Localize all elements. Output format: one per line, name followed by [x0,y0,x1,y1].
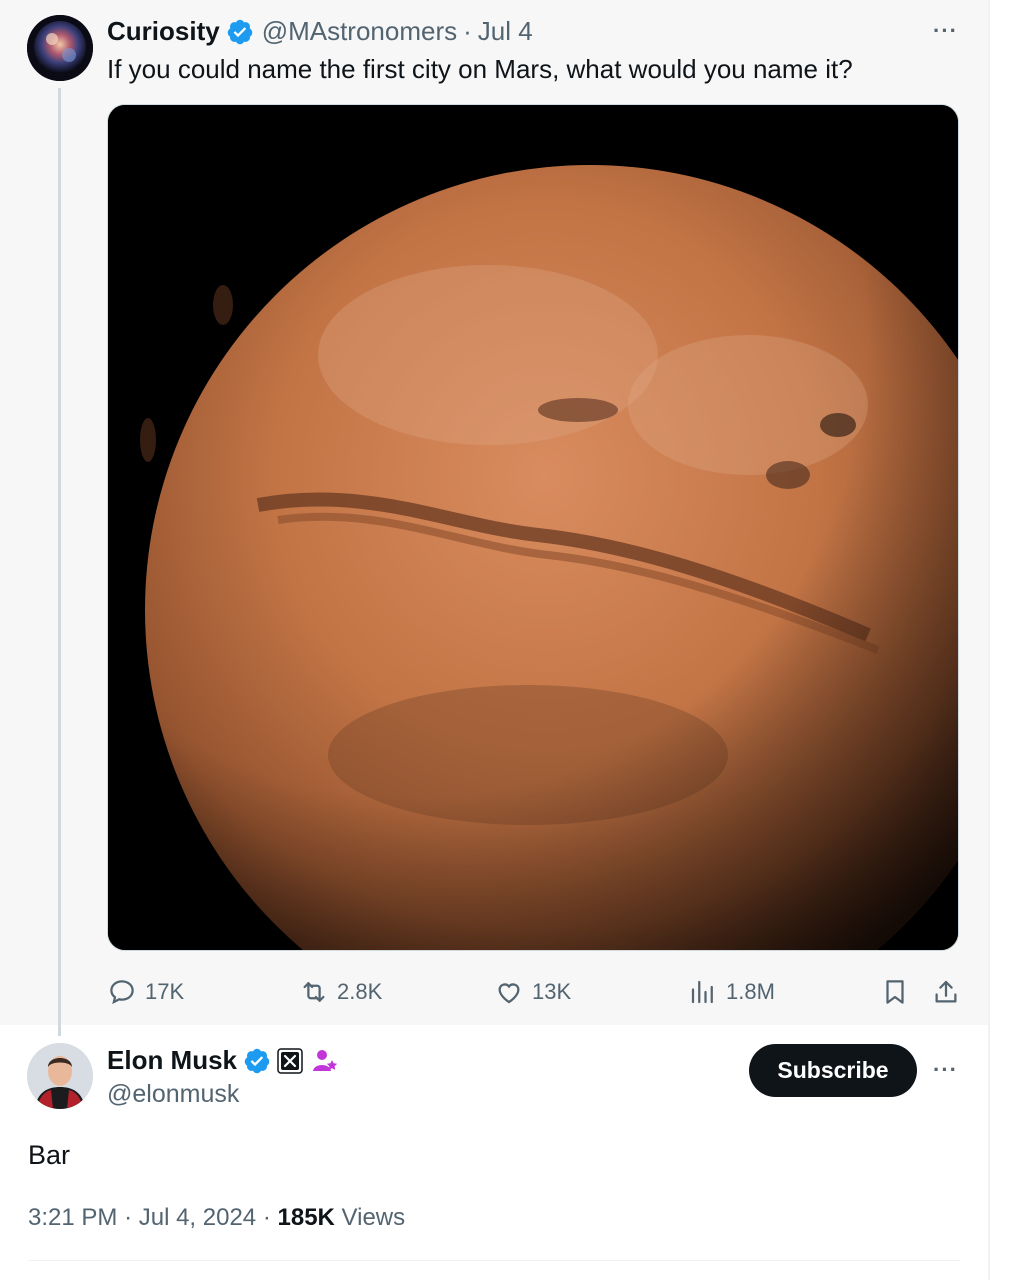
bookmark-icon [886,980,904,1004]
bookmark-button[interactable] [880,974,918,1010]
more-options-icon[interactable]: ··· [933,1057,958,1083]
elon-musk-avatar[interactable] [27,1043,93,1109]
share-icon [935,980,957,1003]
author-handle[interactable]: @elonmusk [107,1080,239,1109]
author-handle[interactable]: @MAstronomers [262,16,457,47]
author-name[interactable]: Elon Musk [107,1045,237,1076]
quoted-tweet-text: If you could name the first city on Mars… [107,54,853,84]
verified-badge-icon [226,18,254,46]
tweet-date[interactable]: Jul 4, 2024 [139,1204,256,1231]
views-action[interactable]: 1.8M [688,974,775,1010]
views-label: Views [341,1204,406,1231]
x-affiliate-badge-icon[interactable] [277,1047,303,1074]
verified-badge-icon [243,1047,271,1075]
tweet-timestamp-views: 3:21 PM · Jul 4, 2024 · 185K Views [28,1204,405,1232]
column-border [988,0,990,1280]
repost-action[interactable]: 2.8K [299,974,382,1010]
divider [28,1260,960,1261]
mars-planet-image [108,105,958,950]
views-count: 185K [277,1204,335,1231]
share-button[interactable] [931,974,969,1010]
subscriber-badge-icon[interactable] [311,1047,339,1075]
quoted-tweet-header: Curiosity @MAstronomers · Jul 4 [107,16,533,47]
author-name[interactable]: Curiosity [107,16,220,47]
dot-separator: · [124,1204,133,1231]
repost-icon [303,982,325,1002]
repost-count: 2.8K [337,979,383,1004]
like-count: 13K [532,979,572,1004]
dot-separator: · [463,16,472,46]
like-action[interactable]: 13K [494,974,571,1010]
tweet-time[interactable]: 3:21 PM [28,1204,117,1231]
dot-separator: · [262,1204,271,1231]
subscribe-button[interactable]: Subscribe [749,1044,917,1097]
reply-tweet-text: Bar [28,1140,71,1170]
tweet-date[interactable]: Jul 4 [478,16,533,47]
views-count: 1.8M [726,979,775,1004]
like-icon [498,983,520,1004]
reply-count: 17K [145,979,185,1004]
thread-connector-line [58,88,61,1036]
reply-icon [110,980,134,1005]
more-options-icon[interactable]: ··· [933,18,958,44]
views-icon [691,980,713,1004]
reply-action[interactable]: 17K [107,974,184,1010]
curiosity-avatar[interactable] [27,15,93,81]
reply-tweet-header: Elon Musk [107,1045,339,1076]
tweet-media-image[interactable] [107,104,959,951]
